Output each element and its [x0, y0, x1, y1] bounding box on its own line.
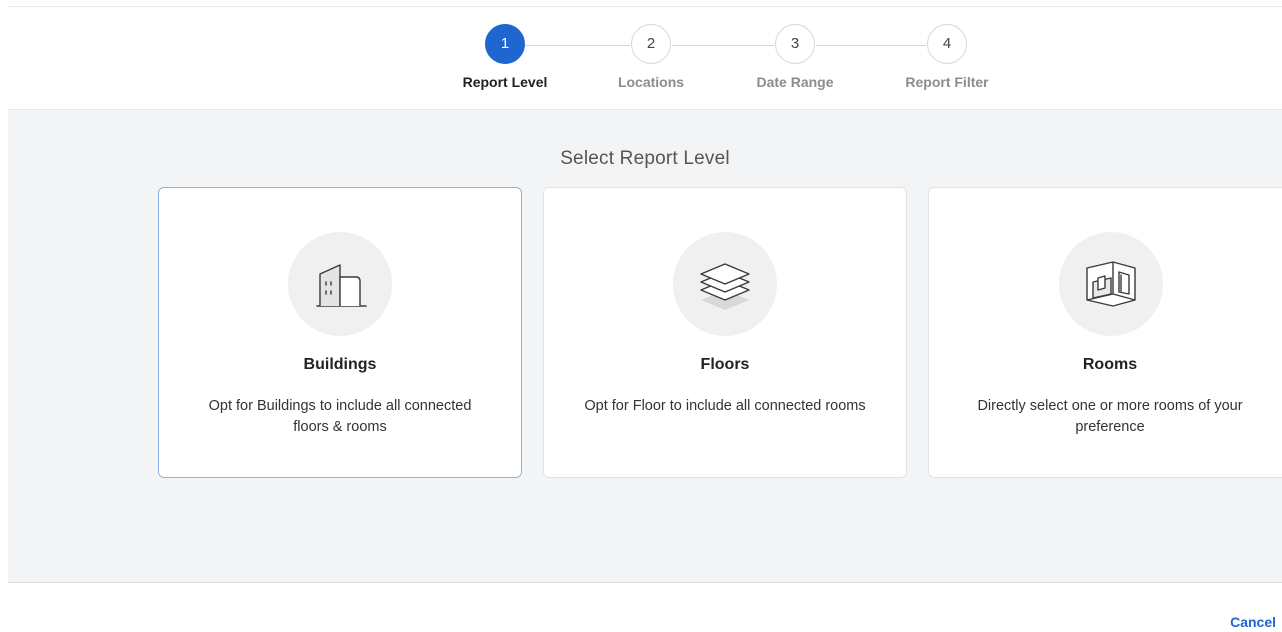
report-wizard: 1 Report Level 2 Locations 3 Date Range … — [0, 0, 1282, 632]
step-report-filter[interactable]: 4 Report Filter — [867, 24, 1027, 90]
cancel-button[interactable]: Cancel — [1230, 614, 1276, 630]
card-description: Directly select one or more rooms of you… — [977, 398, 1243, 435]
card-description: Opt for Buildings to include all connect… — [208, 398, 472, 435]
rooms-card[interactable]: Rooms Directly select one or more rooms … — [928, 187, 1282, 478]
step-number-circle: 4 — [927, 24, 967, 64]
panel-title: Select Report Level — [560, 148, 730, 169]
wizard-stepper: 1 Report Level 2 Locations 3 Date Range … — [0, 0, 1282, 108]
card-title: Buildings — [303, 356, 377, 373]
layers-icon — [673, 232, 777, 336]
room-icon — [1059, 232, 1163, 336]
buildings-card[interactable]: Buildings Opt for Buildings to include a… — [158, 187, 522, 478]
step-label: Date Range — [756, 74, 834, 90]
step-number-circle: 1 — [485, 24, 525, 64]
card-title: Floors — [700, 356, 750, 373]
card-title: Rooms — [1082, 356, 1138, 373]
step-label: Report Filter — [905, 74, 989, 90]
report-level-panel: Select Report Level Buildings Opt for Bu… — [8, 109, 1282, 583]
step-report-level[interactable]: 1 Report Level — [425, 24, 585, 90]
step-number-circle: 2 — [631, 24, 671, 64]
step-number-circle: 3 — [775, 24, 815, 64]
step-locations[interactable]: 2 Locations — [571, 24, 731, 90]
step-label: Locations — [617, 74, 685, 90]
floors-card[interactable]: Floors Opt for Floor to include all conn… — [543, 187, 907, 478]
step-date-range[interactable]: 3 Date Range — [715, 24, 875, 90]
building-icon — [288, 232, 392, 336]
card-description: Opt for Floor to include all connected r… — [584, 398, 866, 414]
step-label: Report Level — [462, 74, 548, 90]
